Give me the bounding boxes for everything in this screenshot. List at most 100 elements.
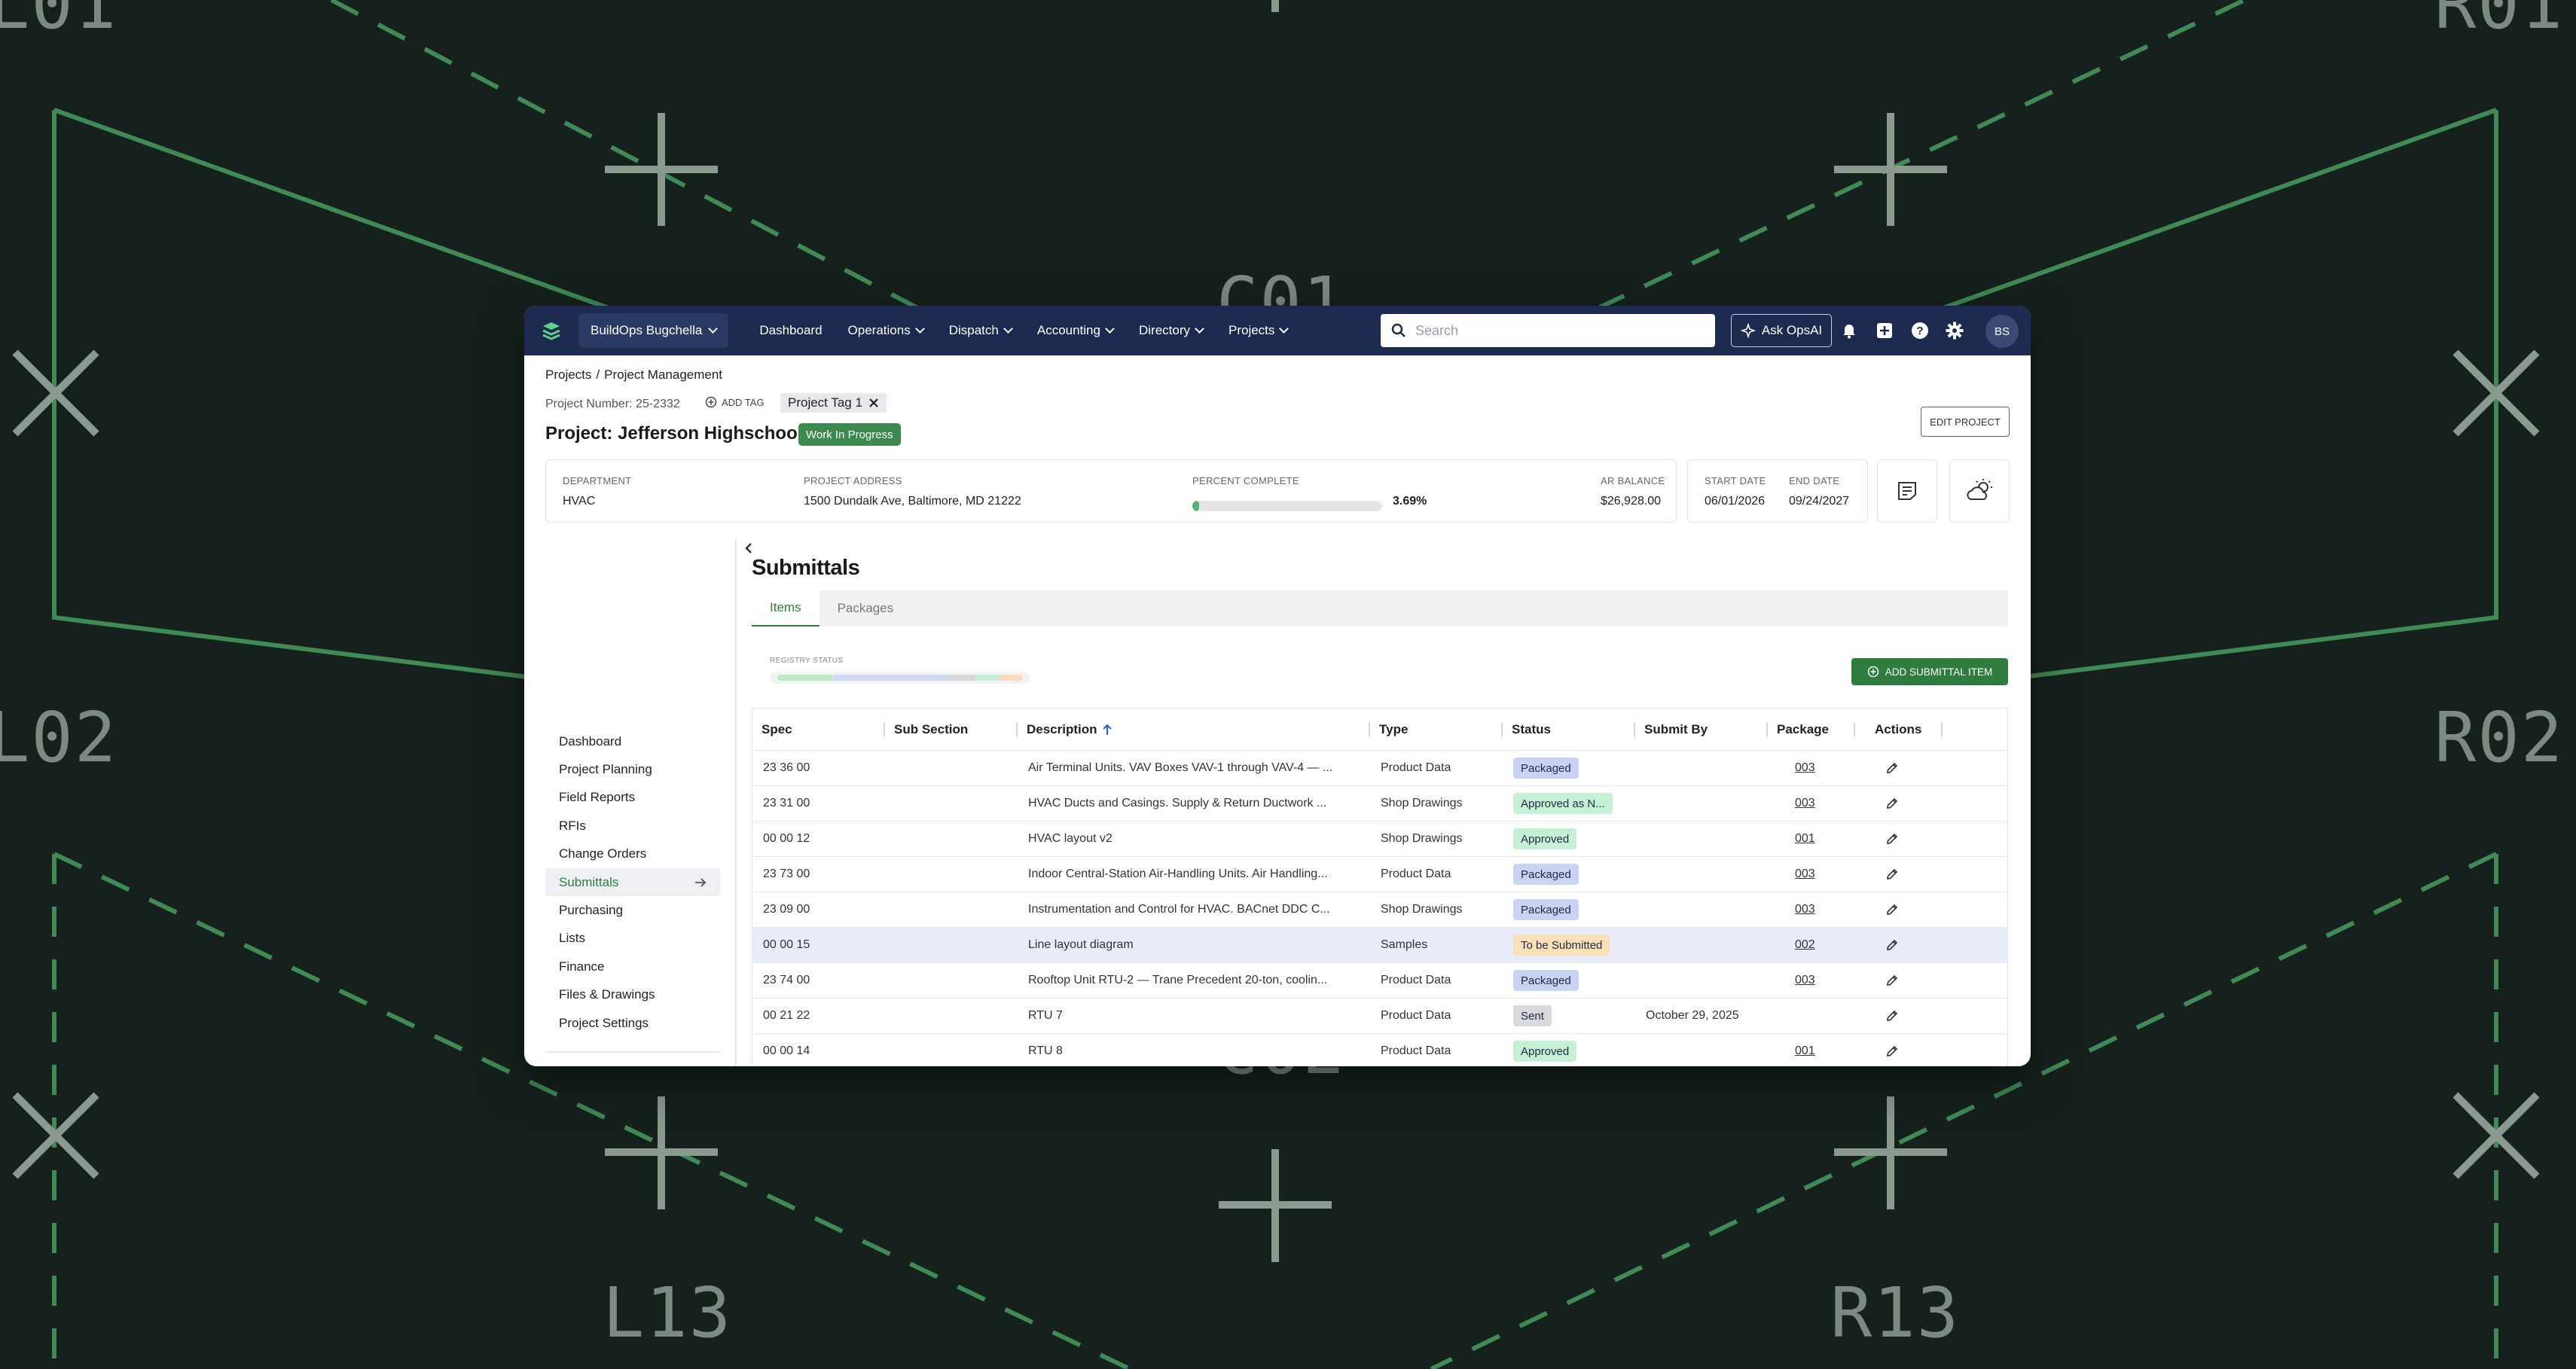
edit-pencil-icon[interactable] [1885, 832, 1899, 846]
table-row[interactable]: 00 00 15 Line layout diagram Samples To be … [752, 928, 2007, 963]
table-row[interactable]: 23 09 00 Instrumentation and Control for … [752, 892, 2007, 928]
registry-segment [975, 675, 1000, 681]
table-row[interactable]: 00 00 14 RTU 8 Product Data Approved 001 [752, 1034, 2007, 1066]
cell-actions [1855, 786, 1943, 822]
description-text: Indoor Central-Station Air-Handling Unit… [1028, 867, 1328, 880]
column-header-package[interactable]: Package [1768, 709, 1855, 751]
edit-pencil-icon[interactable] [1885, 1044, 1899, 1058]
sidebar-item-rfis[interactable]: RFIs [545, 812, 720, 840]
submittals-table: Spec Sub Section Description Type Status… [752, 708, 2008, 1066]
collapse-sidebar-button[interactable] [741, 541, 756, 556]
table-row[interactable]: 00 21 22 RTU 7 Product Data Sent October 29,… [752, 999, 2007, 1034]
sidebar-item-label: Files & Drawings [559, 987, 655, 1002]
cell-sub-section [885, 892, 1018, 928]
package-link[interactable]: 001 [1768, 822, 1855, 857]
column-header-sub-section[interactable]: Sub Section [885, 709, 1018, 751]
edit-pencil-icon[interactable] [1885, 867, 1899, 881]
sidebar-item-dashboard[interactable]: Dashboard [545, 727, 720, 755]
nav-dashboard[interactable]: Dashboard [759, 323, 822, 338]
column-header-type[interactable]: Type [1370, 709, 1503, 751]
package-link[interactable]: 003 [1768, 892, 1855, 928]
table-row[interactable]: 23 36 00 Air Terminal Units. VAV Boxes VA… [752, 751, 2007, 786]
add-tag-button[interactable]: ADD TAG [705, 396, 765, 408]
table-row[interactable]: 23 73 00 Indoor Central-Station Air-Handl… [752, 857, 2007, 892]
sidebar-item-change-orders[interactable]: Change Orders [545, 840, 720, 868]
search-input[interactable] [1415, 322, 1702, 339]
column-label: Sub Section [894, 721, 969, 736]
package-link[interactable] [1768, 999, 1855, 1034]
cell-sub-section [885, 786, 1018, 822]
ask-opsai-button[interactable]: Ask OpsAI [1731, 314, 1832, 347]
sidebar-item-lists[interactable]: Lists [545, 925, 720, 953]
add-icon[interactable] [1875, 321, 1894, 340]
sidebar-item-field-reports[interactable]: Field Reports [545, 784, 720, 812]
edit-pencil-icon[interactable] [1885, 903, 1899, 916]
cell-status: Approved [1503, 822, 1635, 857]
add-submittal-item-button[interactable]: ADD SUBMITTAL ITEM [1851, 658, 2008, 685]
column-label: Type [1379, 721, 1409, 736]
tab-packages[interactable]: Packages [819, 590, 912, 627]
sidebar-item-project-settings[interactable]: Project Settings [545, 1009, 720, 1037]
tab-items[interactable]: Items [752, 590, 819, 627]
help-icon[interactable]: ? [1910, 321, 1930, 340]
package-link[interactable]: 003 [1768, 963, 1855, 999]
package-link[interactable]: 003 [1768, 786, 1855, 822]
cell-sub-section [885, 999, 1018, 1034]
table-row[interactable]: 00 00 12 HVAC layout v2 Shop Drawings Appro… [752, 822, 2007, 857]
status-badge: Approved [1513, 828, 1577, 849]
close-icon[interactable] [868, 398, 879, 408]
breadcrumb-projects[interactable]: Projects [545, 367, 591, 383]
gear-icon[interactable] [1945, 321, 1964, 340]
cell-status: Packaged [1503, 892, 1635, 928]
column-header-status[interactable]: Status [1503, 709, 1635, 751]
column-header-submit-by[interactable]: Submit By [1635, 709, 1768, 751]
sidebar-item-label: Purchasing [559, 903, 624, 918]
edit-pencil-icon[interactable] [1885, 761, 1899, 775]
cell-actions [1855, 751, 1943, 786]
package-link[interactable]: 002 [1768, 928, 1855, 963]
sidebar-item-files-drawings[interactable]: Files & Drawings [545, 981, 720, 1009]
status-badge: To be Submitted [1513, 935, 1610, 956]
grid-label: L01 [0, 0, 118, 44]
package-link[interactable]: 001 [1768, 1034, 1855, 1067]
cell-submit-by [1635, 928, 1768, 963]
nav-accounting[interactable]: Accounting [1037, 323, 1115, 338]
nav-dispatch[interactable]: Dispatch [949, 323, 1013, 338]
nav-operations[interactable]: Operations [848, 323, 925, 338]
edit-pencil-icon[interactable] [1885, 1009, 1899, 1023]
project-tag-chip: Project Tag 1 [780, 393, 887, 413]
package-link[interactable]: 003 [1768, 857, 1855, 892]
sidebar-item-purchasing[interactable]: Purchasing [545, 896, 720, 924]
avatar[interactable]: BS [1985, 315, 2019, 348]
top-nav: BuildOps Bugchella Dashboard Operations … [524, 306, 2031, 355]
column-header-description[interactable]: Description [1018, 709, 1370, 751]
weather-button[interactable] [1949, 459, 2010, 523]
column-header-spec[interactable]: Spec [752, 709, 885, 751]
nav-directory[interactable]: Directory [1139, 323, 1204, 338]
sidebar-item-project-planning[interactable]: Project Planning [545, 755, 720, 783]
edit-pencil-icon[interactable] [1885, 938, 1899, 952]
cell-sub-section [885, 1034, 1018, 1067]
bell-icon[interactable] [1839, 321, 1859, 340]
end-date-label: END DATE [1789, 475, 1840, 486]
notes-button[interactable] [1877, 459, 1937, 523]
sidebar-item-finance[interactable]: Finance [545, 953, 720, 980]
chevron-left-icon [745, 543, 752, 553]
cell-description: RTU 8 [1018, 1034, 1370, 1067]
cell-type: Samples [1381, 938, 1428, 951]
percent-progress-bar [1192, 501, 1382, 511]
sidebar-item-submittals[interactable]: Submittals [545, 867, 720, 897]
status-badge: Packaged [1513, 899, 1579, 920]
nav-projects[interactable]: Projects [1228, 323, 1290, 338]
table-row[interactable]: 23 31 00 HVAC Ducts and Casings. Supply &… [752, 786, 2007, 822]
column-label: Description [1027, 721, 1097, 736]
cell-sub-section [885, 857, 1018, 892]
edit-pencil-icon[interactable] [1885, 797, 1899, 810]
company-switcher[interactable]: BuildOps Bugchella [578, 313, 729, 348]
table-row[interactable]: 23 74 00 Rooftop Unit RTU-2 — Trane Prece… [752, 963, 2007, 999]
package-link[interactable]: 003 [1768, 751, 1855, 786]
percent-value: 3.69% [1393, 495, 1427, 508]
edit-pencil-icon[interactable] [1885, 974, 1899, 987]
buildops-logo[interactable] [524, 306, 578, 355]
edit-project-button[interactable]: EDIT PROJECT [1921, 407, 2010, 437]
